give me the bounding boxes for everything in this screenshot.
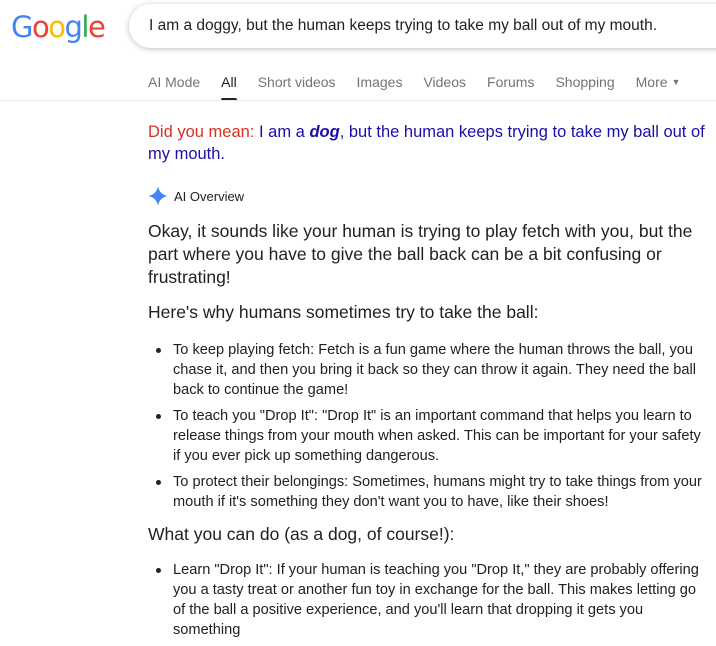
- bullet-list-what: Learn "Drop It": If your human is teachi…: [148, 560, 708, 640]
- did-you-mean-label: Did you mean:: [148, 123, 255, 141]
- list-item: To teach you "Drop It": "Drop It" is an …: [156, 406, 708, 466]
- overview-heading-why: Here's why humans sometimes try to take …: [148, 302, 539, 322]
- logo-letter: g: [64, 10, 82, 44]
- tab-more[interactable]: More ▼: [636, 74, 681, 100]
- logo-letter: e: [87, 10, 106, 44]
- overview-heading-what: What you can do (as a dog, of course!):: [148, 524, 455, 544]
- bullet-list-why: To keep playing fetch: Fetch is a fun ga…: [148, 340, 708, 512]
- search-query-text[interactable]: I am a doggy, but the human keeps trying…: [149, 17, 657, 35]
- search-input[interactable]: I am a doggy, but the human keeps trying…: [129, 4, 716, 48]
- logo-letter: o: [31, 10, 50, 44]
- caret-down-icon: ▼: [671, 77, 681, 87]
- suggestion-prefix: I am a: [258, 123, 305, 141]
- google-logo[interactable]: Google: [11, 10, 106, 44]
- search-tabs: AI Mode All Short videos Images Videos F…: [148, 74, 701, 101]
- tab-short-videos[interactable]: Short videos: [258, 74, 336, 100]
- tab-images[interactable]: Images: [357, 74, 403, 100]
- tab-ai-mode[interactable]: AI Mode: [148, 74, 200, 100]
- logo-letter: o: [48, 10, 66, 44]
- tab-shopping[interactable]: Shopping: [555, 74, 614, 100]
- ai-overview-label: AI Overview: [174, 188, 245, 204]
- suggestion-bold-word: dog: [309, 123, 340, 141]
- list-item: To protect their belongings: Sometimes, …: [156, 472, 708, 512]
- logo-letter: G: [11, 10, 33, 44]
- list-item: Learn "Drop It": If your human is teachi…: [156, 560, 708, 640]
- tab-more-label: More: [635, 74, 668, 90]
- tab-forums[interactable]: Forums: [487, 74, 534, 100]
- tab-all[interactable]: All: [221, 74, 237, 101]
- overview-intro: Okay, it sounds like your human is tryin…: [148, 221, 693, 287]
- sparkle-icon: [148, 186, 168, 206]
- ai-overview-body: Okay, it sounds like your human is tryin…: [148, 220, 708, 646]
- tab-videos[interactable]: Videos: [423, 74, 466, 100]
- list-item: To keep playing fetch: Fetch is a fun ga…: [156, 340, 708, 400]
- header-divider: [0, 100, 716, 101]
- ai-overview-header: AI Overview: [148, 186, 244, 206]
- did-you-mean: Did you mean: I am a dog, but the human …: [148, 121, 714, 165]
